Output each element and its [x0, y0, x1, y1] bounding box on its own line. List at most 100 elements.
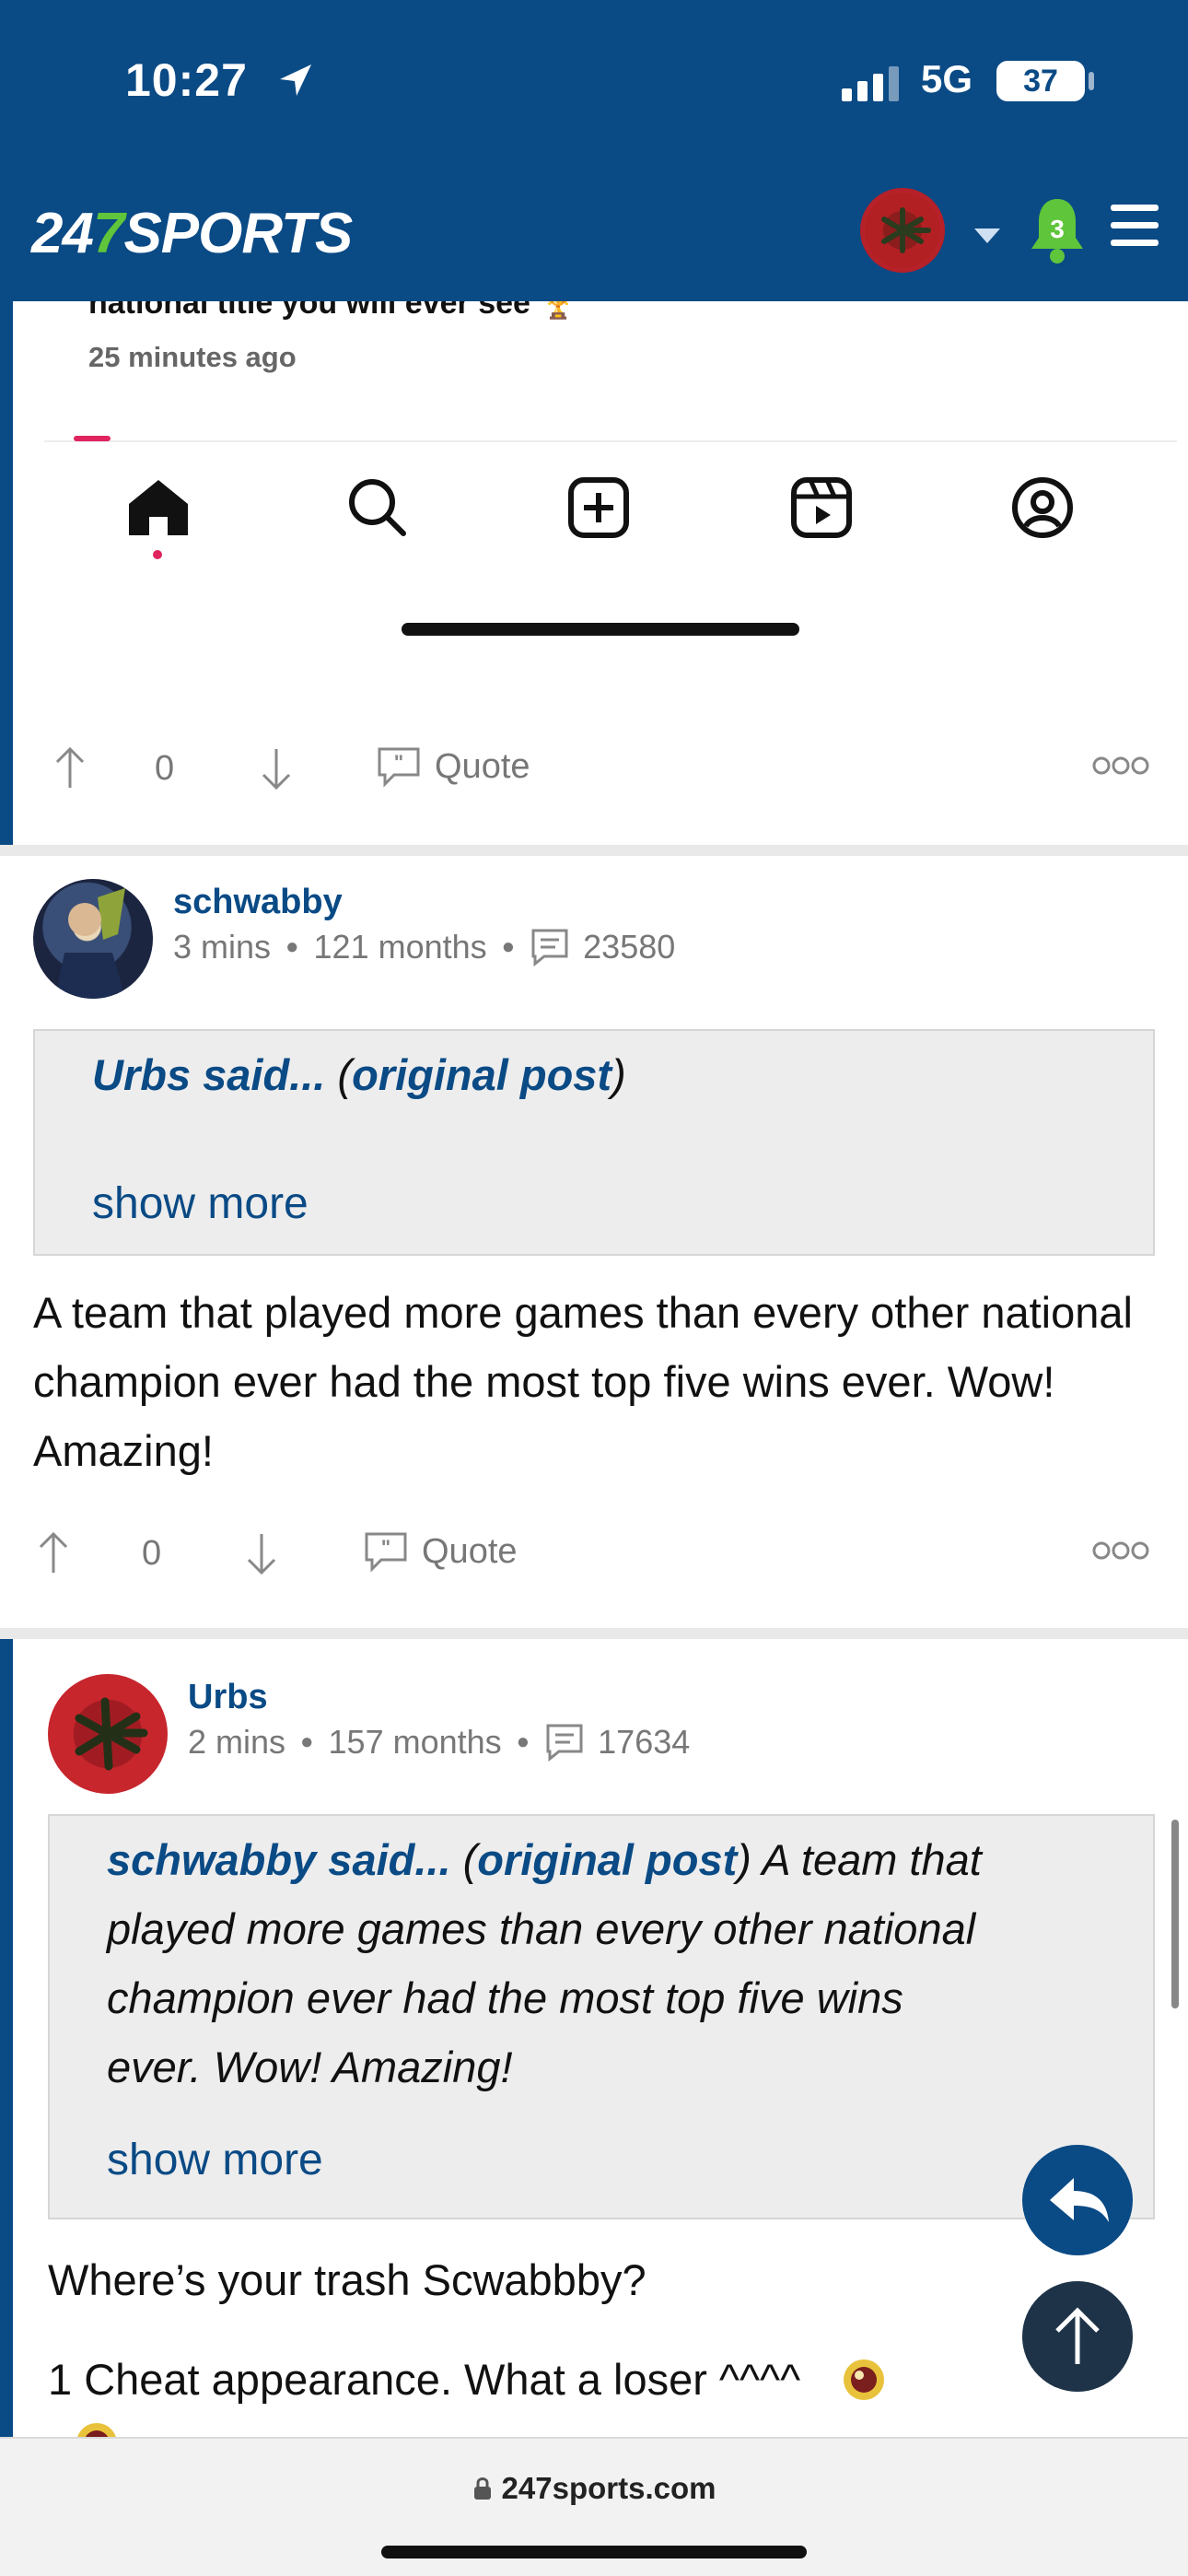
browser-url-bar[interactable]: 247sports.com	[0, 2437, 1188, 2576]
quote-button[interactable]: " Quote	[376, 745, 530, 788]
downvote-arrow-icon[interactable]	[243, 1530, 280, 1576]
upvote-arrow-icon[interactable]	[35, 1530, 72, 1576]
buckeye-leaf-icon	[75, 1697, 148, 1771]
battery-level: 37	[1023, 64, 1058, 99]
more-options-icon[interactable]	[1092, 755, 1149, 777]
post-body-line: 1 Cheat appearance. What a loser ^^^^	[48, 2355, 801, 2404]
meta-separator: ●	[516, 1729, 530, 1754]
post-author-header: Urbs 2 mins ● 157 months ● 17634	[0, 1674, 1188, 1812]
member-tenure: 157 months	[328, 1723, 502, 1761]
quote-paren: )	[611, 1050, 626, 1099]
quote-paren: (	[450, 1835, 478, 1884]
quote-attribution: Urbs said... (original post)	[92, 1040, 626, 1109]
quoted-text: champion ever had the most top five wins	[107, 1973, 903, 2022]
thread-content[interactable]: national title you will ever see 🏆 25 mi…	[0, 301, 1188, 2437]
buckeye-emoji-icon	[844, 2359, 885, 2400]
svg-text:": "	[394, 751, 403, 774]
post-partial-text: national title you will ever see 🏆	[88, 301, 578, 321]
embed-accent	[74, 436, 111, 441]
post-count: 23580	[583, 928, 676, 966]
quoted-text: A team that	[751, 1835, 982, 1884]
buckeye-emoji-icon	[77, 2423, 116, 2437]
post-meta: 2 mins ● 157 months ● 17634	[188, 1722, 690, 1762]
status-time: 10:27	[125, 54, 248, 106]
reply-arrow-icon	[1050, 2178, 1109, 2222]
quote-attribution: schwabby said... (original post) A team …	[107, 1825, 982, 1894]
site-header: 10:27 5G 37 247SPORTS 3	[0, 0, 1188, 301]
hamburger-menu-icon[interactable]	[1111, 205, 1159, 247]
post-time: 2 mins	[188, 1723, 286, 1761]
user-avatar-header[interactable]	[860, 188, 945, 273]
post-author-header: schwabby 3 mins ● 121 months ● 23580	[0, 879, 1188, 1017]
vote-count: 0	[142, 1534, 162, 1573]
profile-icon	[1012, 477, 1073, 538]
quoted-author-link[interactable]: schwabby said...	[107, 1835, 451, 1884]
post-body: A team that played more games than every…	[33, 1288, 1133, 1475]
post-count: 17634	[598, 1723, 691, 1761]
home-indicator	[381, 2546, 807, 2558]
quoted-author-link[interactable]: Urbs said...	[92, 1050, 325, 1099]
notification-bell-icon[interactable]: 3	[1028, 195, 1087, 265]
reply-button[interactable]	[1022, 2145, 1133, 2255]
location-arrow-icon	[280, 64, 311, 96]
battery-cap	[1089, 72, 1094, 90]
embedded-instagram-nav	[88, 463, 1157, 546]
logo-part: 24	[31, 202, 94, 265]
search-icon	[349, 479, 406, 536]
show-more-link[interactable]: show more	[107, 2135, 323, 2185]
post-meta: 3 mins ● 121 months ● 23580	[173, 927, 675, 967]
original-post-link[interactable]: original post	[352, 1050, 611, 1099]
member-tenure: 121 months	[313, 928, 487, 966]
username-link[interactable]: Urbs	[188, 1678, 268, 1717]
show-more-link[interactable]: show more	[92, 1178, 309, 1229]
logo-part-sports: SPORTS	[123, 202, 353, 265]
reels-icon	[791, 477, 852, 538]
svg-text:": "	[381, 1536, 390, 1559]
quoted-text: ever. Wow! Amazing!	[107, 2043, 513, 2091]
avatar[interactable]	[33, 879, 153, 999]
quote-label: Quote	[422, 1531, 518, 1571]
more-options-icon[interactable]	[1092, 1540, 1149, 1562]
username-link[interactable]: schwabby	[173, 883, 343, 922]
downvote-arrow-icon[interactable]	[258, 745, 295, 791]
upvote-arrow-icon[interactable]	[52, 745, 88, 791]
previous-post: national title you will ever see 🏆 25 mi…	[0, 301, 1188, 849]
lock-icon	[473, 2477, 491, 2500]
quote-label: Quote	[435, 746, 530, 786]
embed-divider	[44, 440, 1177, 442]
notification-count: 3	[1050, 215, 1065, 243]
url-display[interactable]: 247sports.com	[0, 2471, 1188, 2506]
quote-icon: "	[365, 1532, 407, 1573]
quote-paren: (	[325, 1050, 353, 1099]
post-count-icon	[531, 929, 568, 967]
vote-count: 0	[155, 749, 175, 788]
meta-separator: ●	[285, 934, 299, 959]
create-post-icon	[568, 477, 629, 538]
site-logo[interactable]: 247SPORTS	[31, 201, 353, 266]
scroll-to-top-button[interactable]	[1022, 2281, 1133, 2392]
post-count-icon	[546, 1724, 583, 1762]
network-type: 5G	[921, 57, 973, 100]
quote-paren: )	[737, 1835, 751, 1884]
meta-separator: ●	[300, 1729, 314, 1754]
avatar[interactable]	[48, 1674, 168, 1794]
post-actions: 0 " Quote	[0, 1519, 1188, 1593]
meta-separator: ●	[501, 934, 516, 959]
scrollbar[interactable]	[1171, 1820, 1179, 2008]
trophy-photo	[55, 888, 125, 999]
quote-button[interactable]: " Quote	[363, 1530, 518, 1573]
post-body: 1 Cheat appearance. What a loser ^^^^	[48, 2345, 887, 2414]
account-dropdown-caret-icon[interactable]	[974, 228, 1000, 243]
post-separator	[0, 1628, 1188, 1639]
quote-icon: "	[378, 747, 420, 788]
post-separator	[0, 845, 1188, 856]
post-body: Where’s your trash Scwabbby?	[48, 2255, 646, 2304]
original-post-link[interactable]: original post	[477, 1835, 737, 1884]
home-icon	[129, 480, 188, 535]
activity-dot	[153, 550, 162, 559]
post-time: 3 mins	[173, 928, 272, 966]
cellular-signal-icon	[842, 66, 899, 101]
post-actions: 0 " Quote	[0, 734, 1188, 808]
quoted-post: schwabby said... (original post) A team …	[48, 1814, 1155, 2219]
embedded-home-indicator	[402, 623, 799, 636]
